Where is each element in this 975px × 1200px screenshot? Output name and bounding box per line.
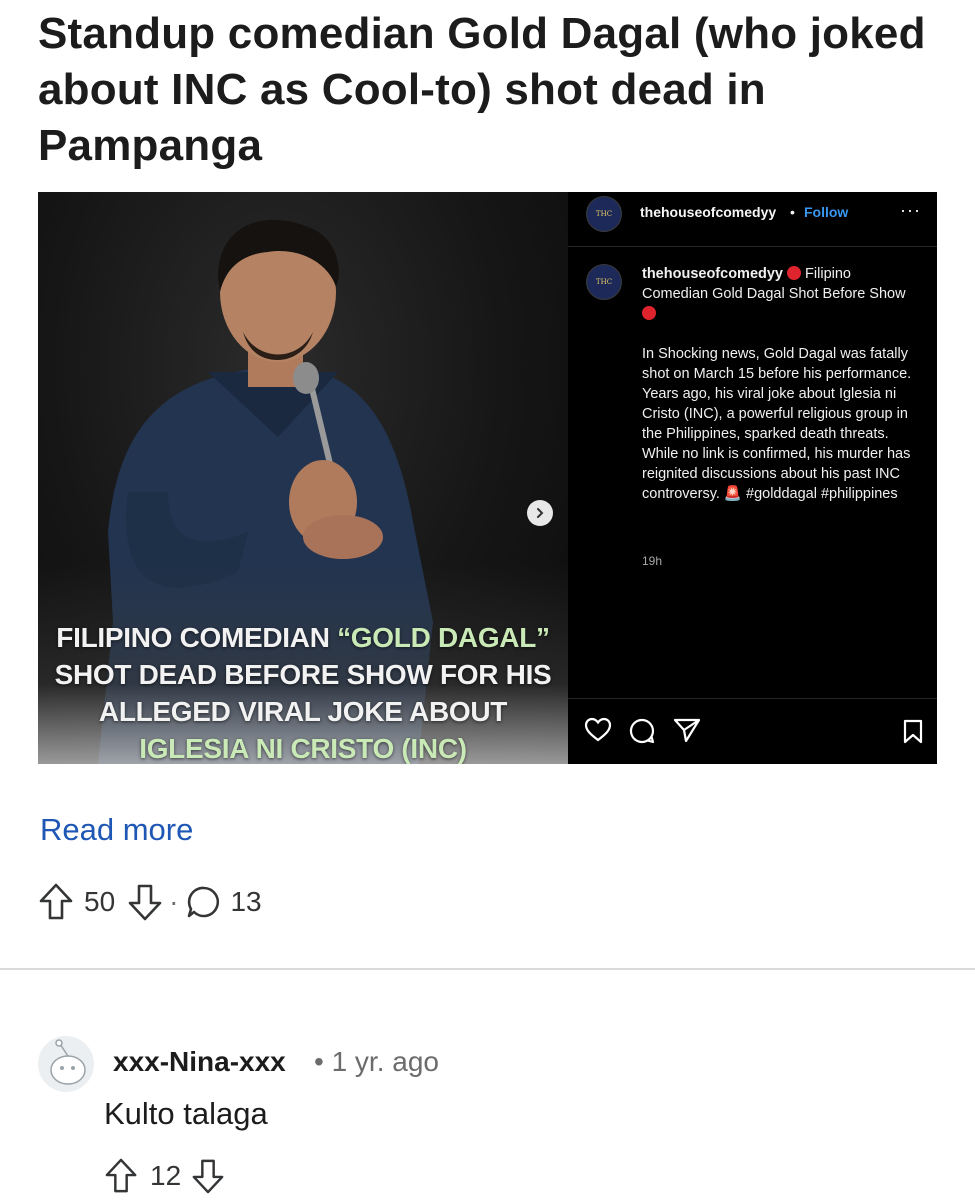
post-vote-bar: 50 · 13 (38, 880, 262, 924)
instagram-embed[interactable]: FILIPINO COMEDIAN “GOLD DAGAL” SHOT DEAD… (38, 192, 937, 764)
downvote-icon[interactable] (191, 1157, 225, 1195)
bookmark-icon[interactable] (902, 719, 924, 745)
carousel-next-button[interactable] (527, 500, 553, 526)
ig-avatar[interactable]: THC (586, 196, 622, 232)
avatar[interactable] (38, 1036, 94, 1092)
ig-post-header: THC thehouseofcomedyy • Follow ··· (568, 192, 937, 247)
comment-vote-bar: 12 (104, 1156, 225, 1196)
comment-timestamp: • 1 yr. ago (314, 1046, 439, 1077)
ig-more-options-icon[interactable]: ··· (900, 200, 921, 221)
photo-caption-line2: SHOT DEAD BEFORE SHOW FOR HIS (54, 659, 552, 690)
separator-dot: · (169, 886, 179, 917)
ig-follow-button[interactable]: Follow (804, 204, 848, 220)
snoo-avatar-icon (38, 1036, 94, 1092)
upvote-icon[interactable] (38, 882, 74, 922)
comment-text: Kulto talaga (104, 1096, 268, 1131)
ig-header-dot: • (790, 204, 795, 220)
photo-caption-line3: ALLEGED VIRAL JOKE ABOUT (98, 696, 508, 727)
ig-post-time: 19h (642, 554, 663, 568)
ig-caption-avatar[interactable]: THC (586, 264, 622, 300)
photo-caption-line4: IGLESIA NI CRISTO (INC) (139, 733, 467, 764)
red-circle-icon (642, 306, 656, 320)
read-more-link[interactable]: Read more (40, 812, 193, 848)
post-upvote-count: 50 (84, 886, 116, 917)
ig-caption: thehouseofcomedyy Filipino Comedian Gold… (642, 264, 917, 504)
ig-caption-body: In Shocking news, Gold Dagal was fatally… (642, 346, 912, 502)
ig-action-bar (568, 698, 937, 764)
ig-caption-username[interactable]: thehouseofcomedyy (642, 266, 783, 282)
comment-upvote-count: 12 (150, 1160, 182, 1191)
comment-icon[interactable] (628, 717, 656, 745)
section-divider (0, 968, 975, 970)
post-title: Standup comedian Gold Dagal (who joked a… (38, 9, 926, 170)
post-photo[interactable]: FILIPINO COMEDIAN “GOLD DAGAL” SHOT DEAD… (38, 192, 568, 764)
ig-header-username[interactable]: thehouseofcomedyy (640, 204, 776, 220)
share-icon[interactable] (673, 717, 701, 743)
comment-bubble-icon[interactable] (186, 884, 222, 920)
chevron-right-icon (537, 508, 544, 518)
upvote-icon[interactable] (104, 1157, 138, 1195)
ig-caption-title-block: thehouseofcomedyy Filipino Comedian Gold… (642, 264, 917, 324)
downvote-icon[interactable] (127, 882, 163, 922)
red-circle-icon (787, 266, 802, 280)
post-comment-count[interactable]: 13 (230, 886, 261, 918)
heart-icon[interactable] (584, 717, 612, 743)
photo-caption-line1: FILIPINO COMEDIAN “GOLD DAGAL” (56, 622, 550, 653)
comment-username[interactable]: xxx-Nina-xxx (113, 1046, 286, 1078)
instagram-sidebar: THC thehouseofcomedyy • Follow ··· THC t… (568, 192, 937, 764)
